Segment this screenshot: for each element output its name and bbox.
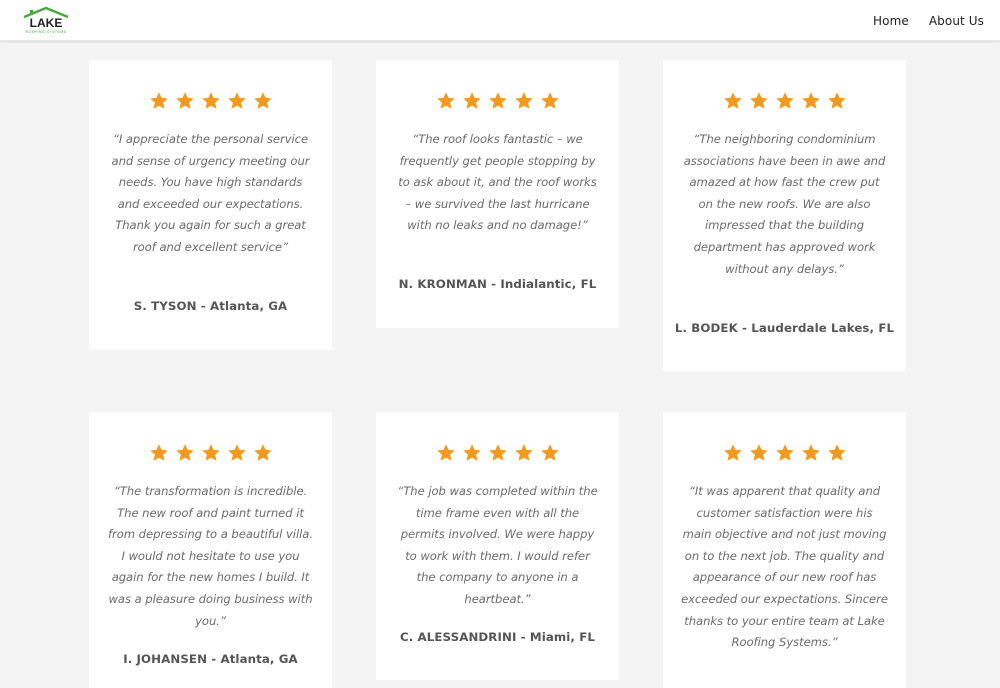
testimonial-card: “I appreciate the personal service and s… [89, 60, 332, 350]
nav-link-about-us[interactable]: About Us [929, 14, 984, 28]
star-icon [227, 444, 246, 461]
star-icon [827, 92, 846, 109]
star-icon [149, 92, 168, 109]
star-rating [376, 91, 619, 111]
star-icon [540, 444, 559, 461]
star-icon [723, 444, 742, 461]
testimonial-quote: “The job was completed within the time f… [397, 484, 598, 606]
star-icon [253, 444, 272, 461]
star-rating [663, 91, 906, 111]
testimonial-author: I. JOHANSEN - Atlanta, GA [123, 652, 298, 666]
star-icon [175, 444, 194, 461]
star-icon [488, 444, 507, 461]
star-rating [376, 443, 619, 463]
star-icon [227, 92, 246, 109]
star-icon [488, 92, 507, 109]
svg-text:ROOFING SYSTEMS: ROOFING SYSTEMS [26, 30, 67, 34]
star-rating [89, 91, 332, 111]
nav-link-home[interactable]: Home [873, 14, 909, 28]
testimonial-card: “The job was completed within the time f… [376, 412, 619, 680]
testimonial-author: L. BODEK - Lauderdale Lakes, FL [674, 321, 895, 335]
star-icon [436, 444, 455, 461]
star-icon [749, 92, 768, 109]
testimonial-card: “It was apparent that quality and custom… [663, 412, 906, 688]
testimonial-quote: “The transformation is incredible. The n… [108, 484, 313, 628]
star-icon [462, 444, 481, 461]
logo-graphic: LAKE ROOFING SYSTEMS [23, 6, 69, 34]
site-header: LAKE ROOFING SYSTEMS Home About Us [0, 0, 1000, 41]
testimonial-quote: “It was apparent that quality and custom… [681, 484, 888, 650]
star-icon [827, 444, 846, 461]
star-icon [201, 444, 220, 461]
testimonial-card: “The roof looks fantastic – we frequentl… [376, 60, 619, 328]
star-icon [514, 92, 533, 109]
testimonial-quote: “The neighboring condominium association… [683, 132, 886, 276]
testimonial-author: C. ALESSANDRINI - Miami, FL [400, 630, 595, 644]
star-icon [253, 92, 272, 109]
star-icon [175, 92, 194, 109]
star-icon [514, 444, 533, 461]
star-icon [801, 92, 820, 109]
company-logo[interactable]: LAKE ROOFING SYSTEMS [18, 6, 74, 34]
star-icon [801, 444, 820, 461]
testimonial-author: N. KRONMAN - Indialantic, FL [398, 277, 597, 291]
star-icon [436, 92, 455, 109]
svg-text:LAKE: LAKE [30, 16, 63, 30]
testimonial-card: “The neighboring condominium association… [663, 60, 906, 371]
star-icon [775, 92, 794, 109]
star-icon [462, 92, 481, 109]
star-icon [149, 444, 168, 461]
star-icon [775, 444, 794, 461]
star-icon [201, 92, 220, 109]
main-nav: Home About Us [873, 0, 984, 41]
testimonial-quote: “I appreciate the personal service and s… [111, 132, 310, 254]
star-icon [749, 444, 768, 461]
testimonial-author: S. TYSON - Atlanta, GA [133, 299, 288, 313]
testimonial-quote: “The roof looks fantastic – we frequentl… [398, 132, 597, 233]
star-rating [89, 443, 332, 463]
star-icon [540, 92, 559, 109]
star-icon [723, 92, 742, 109]
testimonial-card: “The transformation is incredible. The n… [89, 412, 332, 688]
star-rating [663, 443, 906, 463]
